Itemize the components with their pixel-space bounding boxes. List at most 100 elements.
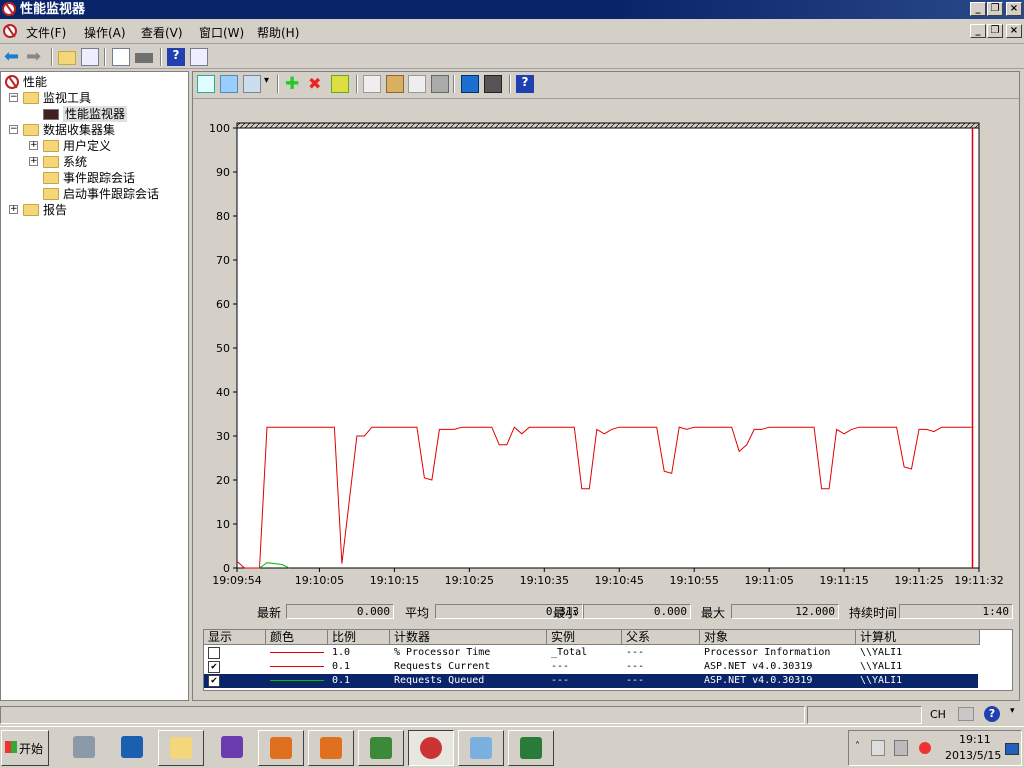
action-center-flag-icon[interactable] <box>871 740 885 756</box>
back-icon[interactable]: ⬅ <box>4 48 22 66</box>
separator <box>356 75 358 93</box>
menu-window[interactable]: 窗口(W) <box>199 24 244 41</box>
show-hide-tree-icon[interactable] <box>81 48 99 66</box>
highlight-icon[interactable] <box>331 75 349 93</box>
menu-view[interactable]: 查看(V) <box>141 24 183 41</box>
taskbar-app[interactable] <box>358 730 404 766</box>
tree-item[interactable]: − 数据收集器集 <box>1 122 187 138</box>
up-folder-icon[interactable] <box>58 51 76 65</box>
column-header[interactable]: 颜色 <box>266 630 328 645</box>
start-button[interactable]: 开始 <box>1 730 49 766</box>
tree-item[interactable]: + 报告 <box>1 202 187 218</box>
menu-file[interactable]: 文件(F) <box>26 24 66 41</box>
keyboard-icon[interactable] <box>958 707 974 721</box>
help-icon[interactable]: ? <box>516 75 534 93</box>
tree-item[interactable]: 启动事件跟踪会话 <box>1 186 187 202</box>
expand-icon[interactable]: + <box>29 141 38 150</box>
taskbar-app[interactable] <box>458 730 504 766</box>
show-checkbox[interactable]: ✔ <box>208 661 220 673</box>
collapse-icon[interactable]: − <box>9 125 18 134</box>
clock-date[interactable]: 2013/5/15 <box>945 749 1001 762</box>
collapse-icon[interactable]: − <box>9 93 18 102</box>
view-log-data-icon[interactable] <box>220 75 238 93</box>
update-data-icon[interactable] <box>484 75 502 93</box>
taskbar-app[interactable] <box>110 730 156 766</box>
plot-area <box>236 127 980 569</box>
minimize-button[interactable]: _ <box>970 2 986 16</box>
restore-button[interactable]: ❐ <box>987 2 1003 16</box>
tree-item[interactable]: 事件跟踪会话 <box>1 170 187 186</box>
volume-muted-icon[interactable] <box>919 742 931 754</box>
options-arrow-icon[interactable]: ▾ <box>1010 706 1015 716</box>
taskbar-app[interactable] <box>408 730 454 766</box>
taskbar-app[interactable] <box>210 730 256 766</box>
tree-item-label: 性能监视器 <box>63 106 128 122</box>
show-desktop-icon[interactable] <box>1005 743 1019 755</box>
separator <box>509 75 511 93</box>
column-header[interactable]: 显示 <box>204 630 266 645</box>
taskbar-app[interactable] <box>258 730 304 766</box>
clock-time[interactable]: 19:11 <box>959 733 991 746</box>
close-button[interactable]: × <box>1006 2 1022 16</box>
column-header[interactable]: 比例 <box>328 630 390 645</box>
change-view-icon[interactable] <box>243 75 261 93</box>
show-checkbox[interactable]: ✔ <box>208 675 220 687</box>
tree-item[interactable]: + 系统 <box>1 154 187 170</box>
taskbar-app[interactable] <box>308 730 354 766</box>
show-hidden-icons-chevron[interactable]: ˄ <box>855 741 860 752</box>
tree-item[interactable]: 性能 <box>1 74 187 90</box>
line-chart: 010203040506070809010019:09:54 19:10:05 19… <box>209 122 1004 587</box>
system-menu-icon[interactable] <box>3 24 17 38</box>
show-action-pane-icon[interactable] <box>190 48 208 66</box>
counter-row[interactable]: ✔ 0.1 Requests Queued --- --- ASP.NET v4.0.30… <box>204 674 978 688</box>
column-header[interactable]: 实例 <box>547 630 622 645</box>
tree-item[interactable]: − 监视工具 <box>1 90 187 106</box>
freeze-display-icon[interactable] <box>461 75 479 93</box>
paste-counter-list-icon[interactable] <box>386 75 404 93</box>
delete-counter-icon[interactable]: ✖ <box>308 75 326 93</box>
dropdown-arrow-icon[interactable]: ▾ <box>264 75 272 93</box>
change-graph-type-icon[interactable] <box>197 75 215 93</box>
stat-value: 12.000 <box>731 604 839 619</box>
status-pane <box>807 706 922 724</box>
folder-icon <box>23 92 39 104</box>
network-icon[interactable] <box>894 740 908 756</box>
column-header[interactable]: 计算机 <box>856 630 980 645</box>
menu-help[interactable]: 帮助(H) <box>257 24 299 41</box>
child-close-button[interactable]: × <box>1006 24 1022 38</box>
zoom-icon[interactable] <box>431 75 449 93</box>
y-tick-label: 10 <box>216 518 230 531</box>
language-indicator[interactable]: CH <box>930 708 946 721</box>
properties-icon[interactable] <box>112 48 130 66</box>
menu-action[interactable]: 操作(A) <box>84 24 126 41</box>
child-restore-button[interactable]: ❐ <box>987 24 1003 38</box>
x-tick-label: 19:11:25 <box>894 574 943 587</box>
tree-item-label: 启动事件跟踪会话 <box>63 187 160 201</box>
counter-row[interactable]: ✔ 0.1 Requests Current --- --- ASP.NET v4.0.3… <box>204 660 978 674</box>
tree-item[interactable]: 性能监视器 <box>1 106 187 122</box>
y-tick-label: 30 <box>216 430 230 443</box>
expand-icon[interactable]: + <box>9 205 18 214</box>
child-minimize-button[interactable]: _ <box>970 24 986 38</box>
column-header[interactable]: 对象 <box>700 630 856 645</box>
counter-row[interactable]: 1.0 % Processor Time _Total --- Processor In… <box>204 646 978 660</box>
taskbar-app[interactable] <box>508 730 554 766</box>
expand-icon[interactable]: + <box>29 157 38 166</box>
column-header[interactable]: 父系 <box>622 630 700 645</box>
taskbar-app[interactable] <box>62 730 108 766</box>
column-header[interactable]: 计数器 <box>390 630 547 645</box>
performance-monitor-icon <box>420 737 442 759</box>
tree-item[interactable]: + 用户定义 <box>1 138 187 154</box>
resource-monitor-icon <box>520 737 542 759</box>
forward-icon[interactable]: ➡ <box>26 48 44 66</box>
show-checkbox[interactable] <box>208 647 220 659</box>
copy-properties-icon[interactable] <box>363 75 381 93</box>
cell-instance: --- <box>551 675 570 686</box>
help-icon[interactable]: ? <box>167 48 185 66</box>
add-counter-icon[interactable]: ✚ <box>285 75 303 93</box>
properties-icon[interactable] <box>408 75 426 93</box>
taskbar-app[interactable] <box>158 730 204 766</box>
windows-explorer-icon <box>170 737 192 759</box>
print-icon[interactable] <box>135 53 153 63</box>
help-icon[interactable]: ? <box>984 706 1000 722</box>
